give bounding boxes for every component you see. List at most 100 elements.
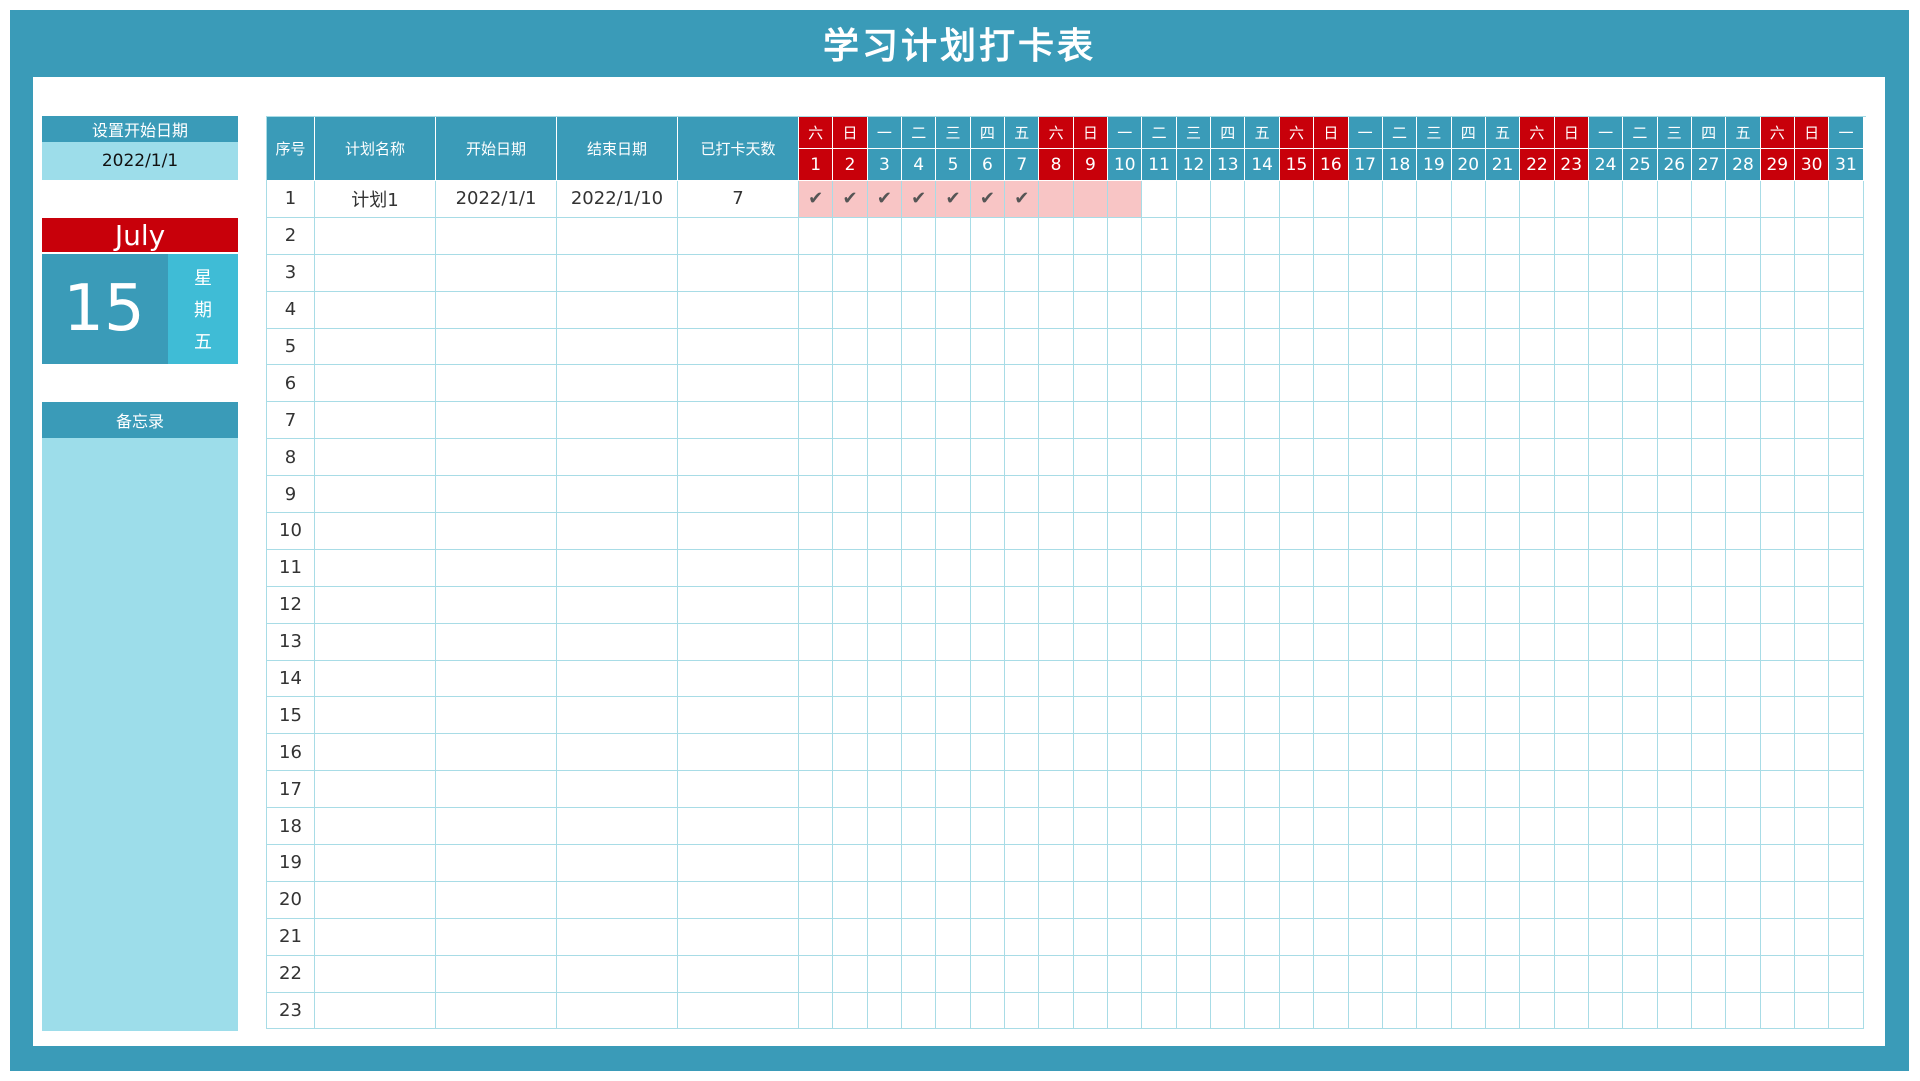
checkin-cell[interactable] [1279,365,1315,403]
checkin-cell[interactable] [867,291,903,329]
checkin-cell[interactable] [1417,623,1452,661]
start-date-cell[interactable] [436,808,557,846]
checkin-cell[interactable] [1279,623,1315,661]
checkin-cell[interactable] [902,697,937,735]
checkin-cell[interactable] [1760,217,1795,255]
checkin-cell[interactable] [902,808,937,846]
checkin-cell[interactable] [867,734,903,772]
checkin-cell[interactable] [1176,439,1212,477]
end-date-cell[interactable] [557,992,678,1030]
checkin-cell[interactable] [1520,291,1555,329]
checkin-cell[interactable] [1211,513,1246,550]
checkin-cell[interactable] [1073,513,1109,550]
start-date-cell[interactable] [436,513,557,550]
checkin-cell[interactable] [1005,217,1040,255]
checkin-cell[interactable] [1279,586,1315,624]
checkin-cell[interactable] [1623,808,1658,846]
plan-name-cell[interactable] [315,845,436,882]
checkin-cell[interactable] [1829,697,1864,735]
checkin-cell[interactable] [1176,476,1212,514]
checkin-cell[interactable] [1245,365,1280,403]
checkin-cell[interactable] [1485,513,1521,550]
checkin-cell[interactable] [1623,881,1658,919]
checkin-cell[interactable] [1726,328,1761,366]
plan-name-cell[interactable] [315,881,436,919]
checkin-cell[interactable] [799,328,834,366]
checkin-cell[interactable] [867,365,903,403]
checkin-cell[interactable] [1348,439,1383,477]
checkin-cell[interactable] [1211,845,1246,882]
checkin-cell[interactable] [1485,549,1521,587]
checkin-cell[interactable] [1245,291,1280,329]
checkin-cell[interactable] [1108,623,1143,661]
checkin-cell[interactable] [1829,328,1864,366]
checkin-cell[interactable] [1039,771,1074,809]
checkin-cell[interactable] [1039,845,1074,882]
checkin-cell[interactable] [1657,402,1692,440]
checkin-cell[interactable] [1588,181,1624,218]
checkin-cell[interactable] [1382,734,1418,772]
checkin-cell[interactable] [1588,549,1624,587]
checkin-cell[interactable] [1279,254,1315,292]
checkin-cell[interactable] [867,660,903,698]
checkin-cell[interactable] [1108,955,1143,993]
checkin-cell[interactable] [1245,771,1280,809]
checkin-cell[interactable] [970,365,1006,403]
start-date-cell[interactable] [436,845,557,882]
start-date-cell[interactable] [436,881,557,919]
checkin-cell[interactable] [1382,365,1418,403]
checkin-cell[interactable] [833,549,868,587]
checkin-cell[interactable] [970,881,1006,919]
checkin-cell[interactable]: ✔ [1005,181,1040,218]
checkin-cell[interactable] [799,734,834,772]
checkin-cell[interactable] [1211,918,1246,956]
checkin-cell[interactable] [833,845,868,882]
checkin-cell[interactable] [1211,697,1246,735]
checkin-cell[interactable] [1073,365,1109,403]
checkin-cell[interactable] [1451,181,1486,218]
checkin-cell[interactable] [1279,992,1315,1030]
checkin-cell[interactable] [1520,808,1555,846]
checkin-cell[interactable] [1554,291,1589,329]
checkin-cell[interactable] [1451,918,1486,956]
checkin-cell[interactable] [1245,992,1280,1030]
checkin-cell[interactable] [833,291,868,329]
checkin-cell[interactable] [936,955,971,993]
end-date-cell[interactable] [557,660,678,698]
checkin-cell[interactable] [1520,845,1555,882]
plan-name-cell[interactable] [315,771,436,809]
checkin-cell[interactable] [1073,586,1109,624]
checkin-cell[interactable] [1691,586,1727,624]
plan-name-cell[interactable] [315,402,436,440]
checkin-cell[interactable] [1829,181,1864,218]
checkin-cell[interactable] [1176,845,1212,882]
checkin-cell[interactable] [1588,918,1624,956]
checkin-cell[interactable]: ✔ [833,181,868,218]
checkin-cell[interactable] [833,217,868,255]
checkin-cell[interactable] [1829,291,1864,329]
plan-name-cell[interactable] [315,217,436,255]
checkin-cell[interactable] [1554,549,1589,587]
plan-name-cell[interactable] [315,918,436,956]
checkin-cell[interactable] [1451,328,1486,366]
checkin-cell[interactable] [833,697,868,735]
checkin-cell[interactable] [1691,549,1727,587]
checkin-cell[interactable] [1279,918,1315,956]
checkin-cell[interactable] [1039,734,1074,772]
checkin-cell[interactable] [1073,623,1109,661]
checkin-cell[interactable] [1348,992,1383,1030]
checkin-cell[interactable] [1554,623,1589,661]
checkin-cell[interactable] [1760,586,1795,624]
checkin-cell[interactable] [1520,328,1555,366]
checkin-cell[interactable] [1829,217,1864,255]
checkin-cell[interactable] [1073,439,1109,477]
checkin-cell[interactable] [1451,845,1486,882]
checkin-cell[interactable] [1176,881,1212,919]
checkin-cell[interactable] [1382,291,1418,329]
checkin-cell[interactable] [867,992,903,1030]
checkin-cell[interactable] [1588,476,1624,514]
checkin-cell[interactable] [1451,660,1486,698]
checkin-cell[interactable] [1485,476,1521,514]
checkin-cell[interactable] [1142,476,1177,514]
checkin-cell[interactable] [1623,365,1658,403]
